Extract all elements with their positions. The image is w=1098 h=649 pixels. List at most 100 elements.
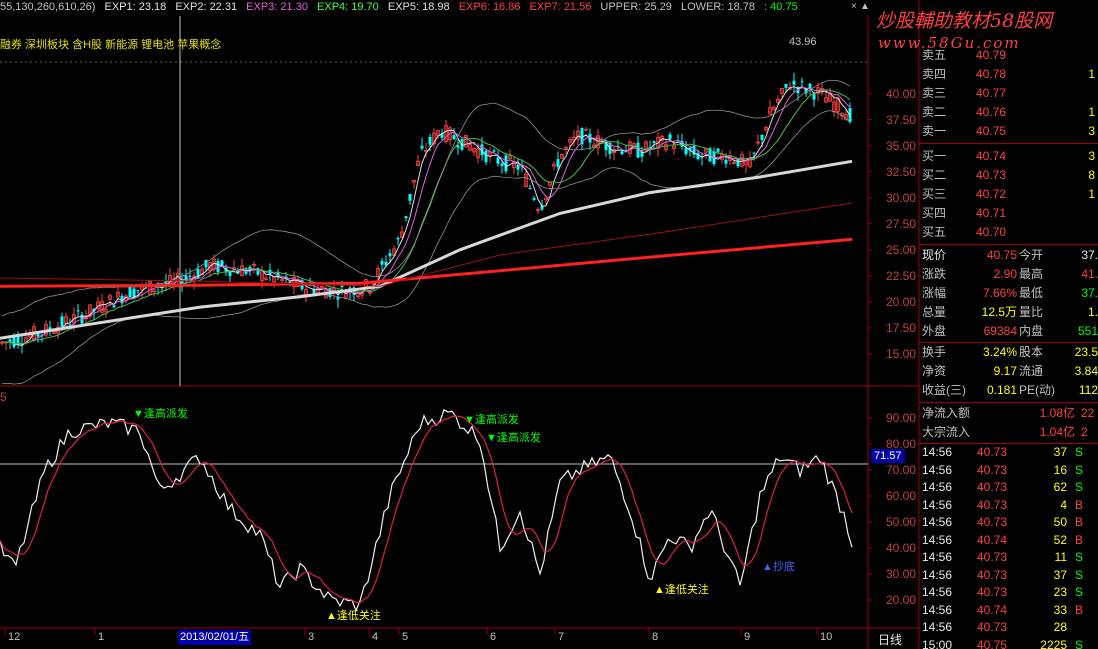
quote-value: 1. <box>1087 305 1098 319</box>
quote-label: 收益(三) <box>922 383 966 397</box>
tick-volume: 62 <box>1053 480 1067 494</box>
tick-volume: 52 <box>1053 532 1067 547</box>
oscillator-tick-label: 30.00 <box>885 567 916 581</box>
quote-value: 23.5 <box>1074 345 1098 359</box>
quote-label: 净资 <box>922 364 947 378</box>
month-label: 7 <box>558 631 565 643</box>
price-tick-label: 15.00 <box>885 346 916 361</box>
quote-row: 总量 12.5万 量比 1. <box>919 303 1098 322</box>
tick-price: 40.73 <box>977 462 1008 477</box>
bid-label: 买四 <box>922 206 947 220</box>
quote-label: 流通 <box>1019 364 1044 378</box>
quote-value: 0.181 <box>986 383 1017 397</box>
candle-body <box>532 198 536 200</box>
quote-label: 股本 <box>1019 345 1044 359</box>
tick-time: 14:56 <box>922 620 953 634</box>
tick-row: 14:56 40.73 37 S <box>919 567 1098 584</box>
candle-body <box>668 134 672 140</box>
up-arrow-icon[interactable]: ▲ <box>860 2 870 12</box>
tick-time: 14:56 <box>922 497 953 512</box>
tick-price: 40.73 <box>977 620 1008 634</box>
tick-price: 40.75 <box>977 637 1008 649</box>
tick-time: 14:56 <box>922 602 953 617</box>
flow-label: 净流入额 <box>922 406 971 420</box>
oscillator-tick-label: 40.00 <box>885 541 916 555</box>
tick-row: 14:56 40.73 11 S <box>919 549 1098 566</box>
signal-label: ▼逢高派发 <box>133 408 188 420</box>
candle-body <box>556 159 560 168</box>
bid-label: 买三 <box>922 187 947 201</box>
period-selector[interactable]: 日线 <box>878 631 902 648</box>
price-tick-label: 27.50 <box>885 216 916 231</box>
ask-volume: 3 <box>1088 124 1095 138</box>
quote-row: 外盘 69384 内盘 551 <box>919 322 1098 341</box>
panel-separator <box>919 143 1098 144</box>
cursor-date: 2013/02/01/五 <box>178 630 252 645</box>
candle-body <box>456 145 460 148</box>
ask-row: 卖三 40.77 <box>919 84 1098 103</box>
indicator-upper: UPPER: 25.29 <box>600 1 672 13</box>
bid-label: 买一 <box>922 149 947 163</box>
ask-volume: 1 <box>1088 67 1095 81</box>
tick-side: B <box>1075 515 1084 529</box>
candle-body <box>396 237 400 240</box>
quote-value: 2.90 <box>993 267 1017 281</box>
tick-row: 14:56 40.74 52 B <box>919 532 1098 549</box>
bid-row: 买四 40.71 <box>919 204 1098 223</box>
tick-volume: 4 <box>1060 497 1067 512</box>
candle-body <box>684 147 688 155</box>
tick-time: 14:56 <box>922 532 953 547</box>
quote-value: 551 <box>1077 324 1098 338</box>
tick-price: 40.73 <box>977 550 1008 564</box>
tick-side: S <box>1075 445 1084 459</box>
candle-body <box>500 163 504 167</box>
ask-label: 卖五 <box>922 48 947 62</box>
price-tick-label: 17.50 <box>885 320 916 335</box>
flow-value: 1.08亿 <box>1039 406 1075 420</box>
quote-label: 现价 <box>922 248 947 262</box>
oscillator-slow-line <box>0 415 853 604</box>
candle-body <box>620 151 624 155</box>
price-tick-label: 20.00 <box>885 294 916 309</box>
tick-price: 40.74 <box>977 602 1008 617</box>
tick-row: 14:56 40.73 50 B <box>919 514 1098 531</box>
flow-value: 1.04亿 <box>1039 425 1075 439</box>
tick-row: 14:56 40.73 28 <box>919 619 1098 636</box>
bid-row: 买二 40.73 8 <box>919 166 1098 185</box>
ask-row: 卖五 40.79 <box>919 46 1098 65</box>
oscillator-tick-label: 20.00 <box>885 593 916 607</box>
tick-row: 14:56 40.74 33 B <box>919 602 1098 619</box>
ask-label: 卖二 <box>922 105 947 119</box>
bid-price: 40.70 <box>976 225 1007 239</box>
concept-tags: 融券 深圳板块 含H股 新能源 锂电池 苹果概念 <box>0 39 222 51</box>
stock-chart-app: 55,130,260,610,26) EXP1: 23.18 EXP2: 22.… <box>0 0 1098 649</box>
month-label: 6 <box>490 631 497 643</box>
quote-label: 总量 <box>922 305 947 319</box>
candle-body <box>484 150 488 163</box>
candle-body <box>408 194 412 201</box>
bid-row: 买五 40.70 <box>919 223 1098 242</box>
bid-label: 买五 <box>922 225 947 239</box>
flow-label: 大宗流入 <box>922 425 971 439</box>
quote-value: 112 <box>1078 383 1098 397</box>
candle-body <box>652 141 656 143</box>
candle-body <box>504 155 508 172</box>
high-price-label: 43.96 <box>789 36 817 48</box>
tick-price: 40.73 <box>977 480 1008 494</box>
indicator-exp6: EXP6: 16.86 <box>458 1 521 13</box>
indicator-lower: LOWER: 18.78 <box>681 1 755 13</box>
ask-price: 40.79 <box>976 48 1007 62</box>
price-tick-label: 37.50 <box>885 112 916 127</box>
tick-side: B <box>1075 532 1084 547</box>
tick-row: 14:56 40.73 4 B <box>919 497 1098 514</box>
indicator-exp5: EXP5: 18.98 <box>387 1 450 13</box>
quote-row: 现价 40.75 今开 37. <box>919 246 1098 265</box>
candle-body <box>760 134 764 140</box>
tick-price: 40.73 <box>977 567 1008 582</box>
panel-separator <box>919 244 1098 245</box>
month-label: 8 <box>652 631 659 643</box>
tick-time: 15:00 <box>922 637 953 649</box>
tick-time: 14:56 <box>922 585 953 599</box>
bid-label: 买二 <box>922 168 947 182</box>
tick-price: 40.73 <box>977 445 1008 459</box>
